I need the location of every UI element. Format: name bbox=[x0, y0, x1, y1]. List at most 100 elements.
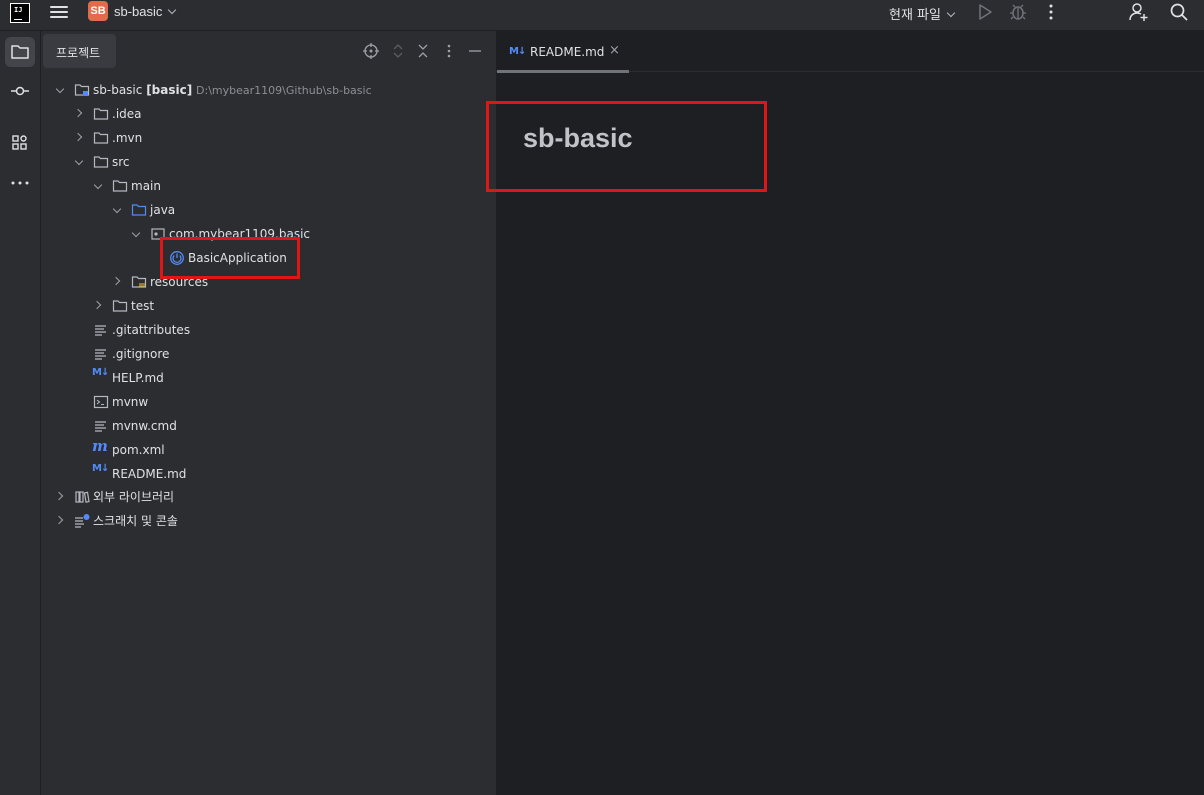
chevron-down-icon[interactable] bbox=[112, 204, 122, 214]
markdown-icon: M↓ bbox=[92, 367, 109, 378]
more-tools-button[interactable] bbox=[5, 168, 35, 198]
maven-icon: m bbox=[92, 437, 108, 455]
root-name: sb-basic bbox=[93, 83, 143, 97]
run-config-label: 현재 파일 bbox=[889, 8, 941, 23]
more-horizontal-icon bbox=[11, 181, 29, 185]
terminal-icon bbox=[93, 395, 109, 409]
tree-row-external-libraries[interactable]: 외부 라이브러리 bbox=[41, 486, 481, 508]
structure-tool-button[interactable] bbox=[5, 128, 35, 158]
tree-label: pom.xml bbox=[112, 443, 165, 457]
folder-icon bbox=[93, 132, 109, 144]
tree-row-mvn[interactable]: .mvn bbox=[41, 127, 481, 149]
tree-label: 스크래치 및 콘솔 bbox=[93, 514, 178, 528]
title-bar: IJ SB sb-basic 현재 파일 bbox=[0, 0, 1204, 31]
chevron-down-icon[interactable] bbox=[55, 84, 65, 94]
commit-tool-button[interactable] bbox=[5, 76, 35, 106]
highlight-box-heading bbox=[486, 101, 767, 192]
tree-row-root[interactable]: sb-basic [basic] D:\mybear1109\Github\sb… bbox=[41, 79, 481, 101]
folder-icon bbox=[11, 45, 29, 59]
chevron-right-icon[interactable] bbox=[111, 276, 121, 286]
tree-row-pom[interactable]: m pom.xml bbox=[41, 437, 481, 461]
collapse-all-icon[interactable] bbox=[415, 43, 431, 59]
tree-row-gitignore[interactable]: .gitignore bbox=[41, 343, 481, 365]
run-icon[interactable] bbox=[975, 2, 995, 22]
run-config-selector[interactable]: 현재 파일 bbox=[889, 4, 956, 23]
chevron-down-icon bbox=[168, 5, 177, 15]
tree-row-scratches[interactable]: 스크래치 및 콘솔 bbox=[41, 510, 481, 532]
tree-label: test bbox=[131, 299, 155, 313]
tree-row-readme[interactable]: M↓ README.md bbox=[41, 463, 481, 485]
root-module: [basic] bbox=[146, 83, 193, 97]
more-vertical-icon[interactable] bbox=[1041, 2, 1061, 22]
expand-all-icon[interactable] bbox=[390, 43, 406, 59]
tree-label: mvnw.cmd bbox=[112, 419, 177, 433]
chevron-down-icon[interactable] bbox=[74, 156, 84, 166]
text-file-icon bbox=[95, 325, 106, 336]
editor-tab-title: README.md bbox=[530, 45, 605, 59]
editor-tab-readme[interactable]: M↓ README.md × bbox=[497, 31, 629, 73]
tree-row-mvnw-cmd[interactable]: mvnw.cmd bbox=[41, 415, 481, 437]
chevron-right-icon[interactable] bbox=[54, 491, 64, 501]
highlight-box-basic-application bbox=[160, 237, 300, 279]
hide-icon[interactable] bbox=[467, 43, 483, 59]
tree-label: .mvn bbox=[112, 131, 143, 145]
text-file-icon bbox=[95, 421, 106, 432]
intellij-logo-icon[interactable]: IJ bbox=[10, 3, 30, 23]
tree-label: .gitignore bbox=[112, 347, 170, 361]
resources-folder-icon bbox=[131, 276, 147, 288]
tree-row-mvnw[interactable]: mvnw bbox=[41, 391, 481, 413]
tree-row-java[interactable]: java bbox=[41, 199, 481, 221]
text-file-icon bbox=[95, 349, 106, 360]
main-menu-icon[interactable] bbox=[50, 3, 68, 21]
locate-icon[interactable] bbox=[363, 43, 379, 59]
project-selector[interactable]: sb-basic bbox=[114, 4, 177, 19]
tree-row-src[interactable]: src bbox=[41, 151, 481, 173]
tree-label: java bbox=[150, 203, 176, 217]
source-folder-icon bbox=[131, 204, 147, 216]
add-user-icon[interactable] bbox=[1129, 2, 1149, 22]
tree-label: src bbox=[112, 155, 130, 169]
tree-row-test[interactable]: test bbox=[41, 295, 481, 317]
tree-row-idea[interactable]: .idea bbox=[41, 103, 481, 125]
chevron-right-icon[interactable] bbox=[73, 132, 83, 142]
tree-label: .gitattributes bbox=[112, 323, 191, 337]
root-path: D:\mybear1109\Github\sb-basic bbox=[196, 84, 372, 97]
options-icon[interactable] bbox=[441, 43, 457, 59]
markdown-icon: M↓ bbox=[92, 463, 109, 474]
tree-label: README.md bbox=[112, 467, 187, 481]
tree-label: HELP.md bbox=[112, 371, 164, 385]
chevron-down-icon[interactable] bbox=[93, 180, 103, 190]
project-panel-tab[interactable]: 프로젝트 bbox=[43, 34, 116, 68]
scratches-icon bbox=[75, 514, 90, 528]
folder-icon bbox=[112, 180, 128, 192]
tree-row-main[interactable]: main bbox=[41, 175, 481, 197]
chevron-right-icon[interactable] bbox=[54, 515, 64, 525]
close-icon[interactable]: × bbox=[609, 43, 620, 58]
commit-icon bbox=[11, 86, 29, 96]
editor-area: M↓ README.md × sb-basic bbox=[486, 31, 1204, 795]
folder-icon bbox=[93, 156, 109, 168]
module-folder-icon bbox=[74, 84, 90, 96]
structure-icon bbox=[12, 135, 27, 150]
tree-row-help-md[interactable]: M↓ HELP.md bbox=[41, 367, 481, 389]
project-panel: 프로젝트 sb-basic [basic] D:\mybear1109\Gith… bbox=[41, 31, 496, 795]
chevron-down-icon[interactable] bbox=[131, 228, 141, 238]
tree-row-gitattributes[interactable]: .gitattributes bbox=[41, 319, 481, 341]
tree-label: main bbox=[131, 179, 161, 193]
debug-icon[interactable] bbox=[1008, 2, 1028, 22]
tree-label: mvnw bbox=[112, 395, 149, 409]
search-icon[interactable] bbox=[1169, 2, 1189, 22]
active-tab-indicator bbox=[497, 70, 629, 73]
folder-icon bbox=[93, 108, 109, 120]
project-name: sb-basic bbox=[114, 4, 163, 19]
tree-label: 외부 라이브러리 bbox=[93, 490, 175, 504]
project-tool-button[interactable] bbox=[5, 37, 35, 67]
chevron-down-icon bbox=[946, 8, 956, 18]
chevron-right-icon[interactable] bbox=[73, 108, 83, 118]
chevron-right-icon[interactable] bbox=[92, 300, 102, 310]
project-badge[interactable]: SB bbox=[88, 1, 108, 21]
editor-tab-bar: M↓ README.md × bbox=[496, 31, 1204, 73]
tree-label: .idea bbox=[112, 107, 142, 121]
folder-icon bbox=[112, 300, 128, 312]
library-icon bbox=[75, 491, 90, 503]
